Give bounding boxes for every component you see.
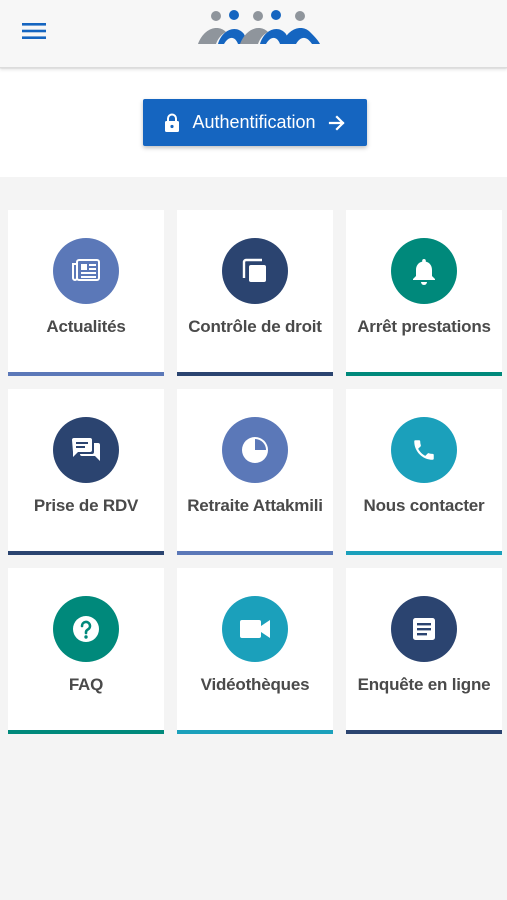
auth-section: Authentification: [0, 69, 507, 177]
tile-accent-bar: [346, 551, 502, 555]
videocam-icon: [222, 596, 288, 662]
tile-label: FAQ: [68, 675, 104, 694]
phone-icon: [391, 417, 457, 483]
tile-label: Contrôle de droit: [188, 317, 322, 336]
tile-retraite-attakmili[interactable]: Retraite Attakmili: [177, 389, 333, 555]
article-icon: [391, 596, 457, 662]
tile-label: Prise de RDV: [33, 496, 139, 515]
newspaper-icon: [53, 238, 119, 304]
tile-nous-contacter[interactable]: Nous contacter: [346, 389, 502, 555]
tile-accent-bar: [177, 372, 333, 376]
cnss-logo-icon: [196, 8, 324, 50]
help-icon: [53, 596, 119, 662]
bell-icon: [391, 238, 457, 304]
lock-icon: [164, 113, 180, 133]
tile-controle-de-droit[interactable]: Contrôle de droit: [177, 210, 333, 376]
tile-label: Vidéothèques: [200, 675, 310, 694]
tile-accent-bar: [8, 551, 164, 555]
menu-button[interactable]: [22, 18, 62, 48]
tile-accent-bar: [346, 372, 502, 376]
tile-accent-bar: [8, 372, 164, 376]
authentication-label: Authentification: [192, 112, 316, 132]
tile-accent-bar: [177, 551, 333, 555]
tile-accent-bar: [177, 730, 333, 734]
tile-label: Actualités: [46, 317, 126, 336]
tile-actualites[interactable]: Actualités: [8, 210, 164, 376]
tile-accent-bar: [8, 730, 164, 734]
tile-faq[interactable]: FAQ: [8, 568, 164, 734]
hamburger-menu-icon: [22, 22, 46, 45]
tile-label: Retraite Attakmili: [187, 496, 323, 515]
tile-enquete-en-ligne[interactable]: Enquête en ligne: [346, 568, 502, 734]
app-header: [0, 0, 507, 68]
tile-arret-prestations[interactable]: Arrêt prestations: [346, 210, 502, 376]
tile-label: Arrêt prestations: [357, 317, 491, 336]
tile-videotheques[interactable]: Vidéothèques: [177, 568, 333, 734]
tile-label: Enquête en ligne: [357, 675, 491, 694]
pie-chart-icon: [222, 417, 288, 483]
arrow-right-icon: [328, 114, 346, 132]
tile-prise-de-rdv[interactable]: Prise de RDV: [8, 389, 164, 555]
chat-icon: [53, 417, 119, 483]
tile-accent-bar: [346, 730, 502, 734]
copy-icon: [222, 238, 288, 304]
tile-label: Nous contacter: [363, 496, 485, 515]
authentication-button[interactable]: Authentification: [143, 99, 367, 146]
